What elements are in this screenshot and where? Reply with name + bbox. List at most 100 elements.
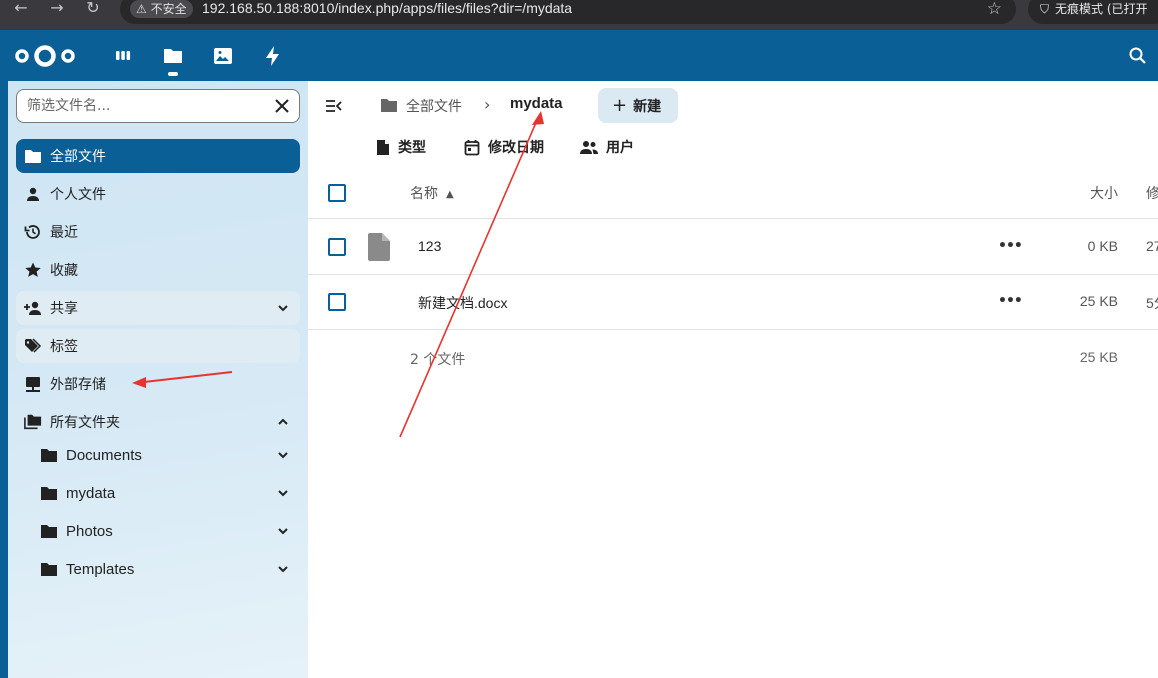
chevron-down-icon[interactable] [276,524,290,538]
dashboard-app-icon[interactable] [111,44,135,68]
file-icon [368,233,390,261]
folder-icon [24,147,42,165]
chevron-down-icon[interactable] [276,301,290,315]
toggle-sidebar-icon[interactable] [324,97,344,115]
nav-favorites-label: 收藏 [50,263,78,279]
account-group-icon [580,140,598,154]
nav-tags[interactable]: 标签 [16,329,300,363]
nav-tags-label: 标签 [50,339,78,355]
files-app-icon[interactable] [161,44,185,68]
column-modified-header[interactable]: 修 [1146,183,1158,203]
nav-all-folders[interactable]: 所有文件夹 [16,405,300,439]
folder-icon [40,484,58,502]
table-row[interactable]: 新建文档.docx ••• 25 KB 5分 [308,275,1158,330]
column-size-header[interactable]: 大小 [1090,183,1118,203]
filter-filenames-input[interactable] [17,90,257,122]
nav-favorites[interactable]: 收藏 [16,253,300,287]
security-label: 不安全 [150,2,187,16]
nextcloud-logo-icon[interactable] [14,42,76,70]
forward-arrow-icon[interactable]: → [46,0,68,20]
file-document-icon [377,139,389,155]
activity-app-icon[interactable] [261,44,285,68]
filter-people-button[interactable]: 用户 [580,137,634,157]
nav-shares-label: 共享 [50,301,78,317]
more-actions-icon[interactable]: ••• [998,293,1023,309]
star-icon [24,261,42,279]
file-size: 0 KB [1087,238,1118,254]
files-summary-size: 25 KB [1079,349,1118,365]
nav-all-files[interactable]: 全部文件 [16,139,300,173]
folder-item-photos[interactable]: Photos [16,514,300,548]
url-text[interactable]: 192.168.50.188:8010/index.php/apps/files… [202,0,572,16]
folder-item-templates[interactable]: Templates [16,552,300,586]
folder-item-label: Templates [66,560,135,578]
new-button[interactable]: + 新建 [598,88,678,123]
address-bar[interactable]: ⚠ 不安全 192.168.50.188:8010/index.php/apps… [120,0,1016,24]
search-icon[interactable] [1128,46,1148,66]
breadcrumb-folder-icon [381,99,397,112]
nav-all-folders-label: 所有文件夹 [50,415,120,431]
file-name[interactable]: 新建文档.docx [418,293,507,313]
folder-icon [40,446,58,464]
files-main: 全部文件 › mydata + 新建 类型 修改日期 用户 名称 ▲ 大小 修 12… [308,81,1158,678]
nav-external-storage-label: 外部存储 [50,377,106,393]
filter-modified-button[interactable]: 修改日期 [464,137,544,157]
folder-item-mydata[interactable]: mydata [16,476,300,510]
nav-all-files-label: 全部文件 [50,149,106,165]
network-storage-icon [24,375,42,393]
filter-input-box [16,89,300,123]
select-all-checkbox[interactable] [328,184,346,202]
folder-icon [40,560,58,578]
breadcrumb-separator-icon: › [484,95,491,114]
breadcrumb-current[interactable]: mydata [510,95,563,112]
chevron-down-icon[interactable] [276,486,290,500]
browser-toolbar: ← → ↻ ⚠ 不安全 192.168.50.188:8010/index.ph… [0,0,1158,30]
folder-item-label: Photos [66,522,113,540]
file-size: 25 KB [1079,293,1118,309]
bookmark-star-icon[interactable]: ☆ [987,0,1002,19]
nav-personal-files[interactable]: 个人文件 [16,177,300,211]
account-icon [24,185,42,203]
file-modified: 5分 [1146,295,1158,311]
tag-icon [24,337,42,355]
folder-item-documents[interactable]: Documents [16,438,300,472]
background-strip [0,81,8,678]
back-arrow-icon[interactable]: ← [10,0,32,20]
folder-item-label: Documents [66,446,142,464]
chevron-down-icon[interactable] [276,562,290,576]
row-checkbox[interactable] [328,238,346,256]
filter-modified-label: 修改日期 [488,140,544,156]
filter-people-label: 用户 [606,140,634,156]
chevron-up-icon[interactable] [276,415,290,429]
chevron-down-icon[interactable] [276,448,290,462]
file-modified: 27 [1146,238,1158,254]
plus-icon: + [612,95,628,116]
photos-app-icon[interactable] [211,44,235,68]
folder-item-label: mydata [66,484,116,502]
close-icon[interactable] [273,97,291,115]
navigation-sidebar: 全部文件 个人文件 最近 收藏 共享 标签 外部存储 所有文件夹 Documen… [8,81,308,678]
filter-type-button[interactable]: 类型 [376,137,426,157]
table-header: 名称 ▲ 大小 修 [308,173,1158,219]
nav-personal-files-label: 个人文件 [50,187,106,203]
nav-recent-label: 最近 [50,225,78,241]
incognito-indicator[interactable]: ⛉ 无痕模式 (已打开 [1028,0,1158,24]
reload-icon[interactable]: ↻ [82,0,104,20]
more-actions-icon[interactable]: ••• [998,238,1023,254]
security-indicator[interactable]: ⚠ 不安全 [130,0,193,18]
files-summary-count: 2 个文件 [410,352,466,368]
column-name-header[interactable]: 名称 ▲ [410,183,454,203]
breadcrumb-all-files[interactable]: 全部文件 [406,96,462,116]
table-row[interactable]: 123 ••• 0 KB 27 [308,220,1158,275]
nav-recent[interactable]: 最近 [16,215,300,249]
share-icon [24,299,42,317]
row-checkbox[interactable] [328,293,346,311]
active-app-indicator [168,72,178,76]
calendar-icon [464,139,480,155]
nav-shares[interactable]: 共享 [16,291,300,325]
history-icon [24,223,42,241]
nav-external-storage[interactable]: 外部存储 [16,367,300,401]
filter-type-label: 类型 [398,140,426,156]
app-header [0,30,1158,81]
file-name[interactable]: 123 [418,238,441,254]
